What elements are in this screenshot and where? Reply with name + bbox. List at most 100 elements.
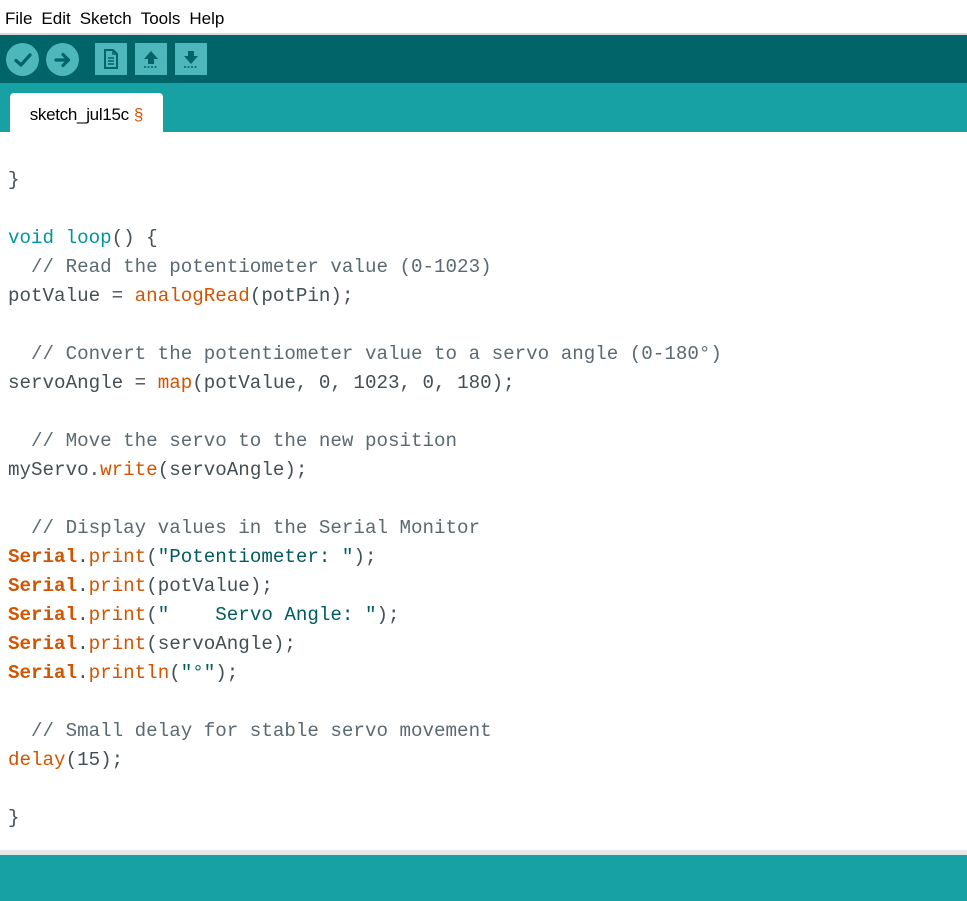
new-button[interactable] [95,43,127,75]
code-token: print [88,575,147,597]
code-line[interactable]: potValue = analogRead(potPin); [8,282,722,311]
code-line[interactable]: Serial.print(servoAngle); [8,630,722,659]
code-token: // Small delay for stable servo movement [8,720,492,742]
code-token: servoAngle = [8,372,158,394]
code-token: (potValue); [146,575,273,597]
code-token: loop [65,227,112,249]
code-token: print [88,633,147,655]
menu-bar: File Edit Sketch Tools Help [0,4,967,33]
code-token: print [88,604,147,626]
code-line[interactable]: servoAngle = map(potValue, 0, 1023, 0, 1… [8,369,722,398]
code-token: Serial [8,575,78,597]
menu-tools[interactable]: Tools [137,4,185,33]
code-token: Serial [8,633,78,655]
code-token: (servoAngle); [157,459,308,481]
code-token: (potPin); [249,285,354,307]
code-line[interactable]: } [8,804,722,833]
code-token: ); [353,546,377,568]
code-line[interactable]: // Small delay for stable servo movement [8,717,722,746]
code-token: . [77,604,89,626]
code-token: // Display values in the Serial Monitor [8,517,481,539]
code-line[interactable]: Serial.print("Potentiometer: "); [8,543,722,572]
tab-strip: sketch_jul15c § [0,83,967,132]
code-line[interactable]: void loop() { [8,224,722,253]
tab-sketch[interactable]: sketch_jul15c § [10,93,163,132]
code-token: analogRead [134,285,250,307]
code-token: "Potentiometer: " [157,546,354,568]
new-file-icon [104,49,118,69]
code-line[interactable] [8,137,722,166]
code-token: . [77,546,89,568]
upload-button[interactable] [46,43,79,76]
code-token: map [157,372,193,394]
code-token: ( [146,546,158,568]
code-line[interactable]: Serial.print(potValue); [8,572,722,601]
code-token: () { [111,227,158,249]
code-token: // Read the potentiometer value (0-1023) [8,256,492,278]
code-token: print [88,546,147,568]
menu-help[interactable]: Help [185,4,228,33]
modified-marker: § [133,104,144,124]
toolbar [0,35,967,83]
code-line[interactable]: myServo.write(servoAngle); [8,456,722,485]
code-token: . [77,575,89,597]
tab-label: sketch_jul15c [29,104,129,124]
code-token: . [77,132,89,133]
checkmark-icon [13,52,32,67]
code-line[interactable]: // Read the potentiometer value (0-1023) [8,253,722,282]
code-token: . [77,633,89,655]
code-editor[interactable]: Serial.begin(9600); } void loop() { // R… [0,132,967,850]
code-token: // Convert the potentiometer value to a … [8,343,722,365]
verify-button[interactable] [6,43,39,76]
code-line[interactable] [8,311,722,340]
code-token: myServo. [8,459,101,481]
save-button[interactable] [175,43,207,75]
code-token: write [100,459,158,481]
code-token: Serial [8,546,78,568]
arrow-right-icon [53,52,70,67]
code-token: ( [169,662,181,684]
code-token: Serial [8,132,77,133]
code-line[interactable]: } [8,166,722,195]
code-token: " Servo Angle: " [157,604,377,626]
code-token: Serial [8,662,78,684]
code-line[interactable] [8,195,722,224]
code-token: ( [146,604,158,626]
code-token: ); [215,662,239,684]
code-line[interactable]: // Move the servo to the new position [8,427,722,456]
code-token: (potValue, 0, 1023, 0, 180); [192,372,515,394]
code-line[interactable] [8,485,722,514]
status-bar [0,855,967,901]
menu-file[interactable]: File [1,4,36,33]
menu-sketch[interactable]: Sketch [76,4,136,33]
arrow-up-icon [144,51,158,68]
code-line[interactable] [8,688,722,717]
code-line[interactable] [8,775,722,804]
code-token: } [8,807,20,829]
code-token: potValue = [8,285,135,307]
code-token: delay [8,749,66,771]
code-token: . [77,662,89,684]
code-line[interactable]: delay(15); [8,746,722,775]
code-token: Serial [8,604,78,626]
code-token: void [8,227,55,249]
code-line[interactable]: Serial.print(" Servo Angle: "); [8,601,722,630]
code-line[interactable]: // Display values in the Serial Monitor [8,514,722,543]
code-token: println [88,662,170,684]
code-text[interactable]: Serial.begin(9600); } void loop() { // R… [8,132,722,833]
code-token: } [8,169,20,191]
open-button[interactable] [135,43,167,75]
code-token: "°" [180,662,216,684]
code-token: ); [376,604,400,626]
code-token: begin [89,132,147,133]
code-line[interactable] [8,398,722,427]
arrow-down-icon [184,51,198,68]
code-token: (9600); [146,132,227,133]
menu-edit[interactable]: Edit [37,4,74,33]
code-token: (15); [65,749,124,771]
code-token: // Move the servo to the new position [8,430,458,452]
code-line[interactable]: // Convert the potentiometer value to a … [8,340,722,369]
code-token: (servoAngle); [146,633,296,655]
code-line[interactable]: Serial.println("°"); [8,659,722,688]
